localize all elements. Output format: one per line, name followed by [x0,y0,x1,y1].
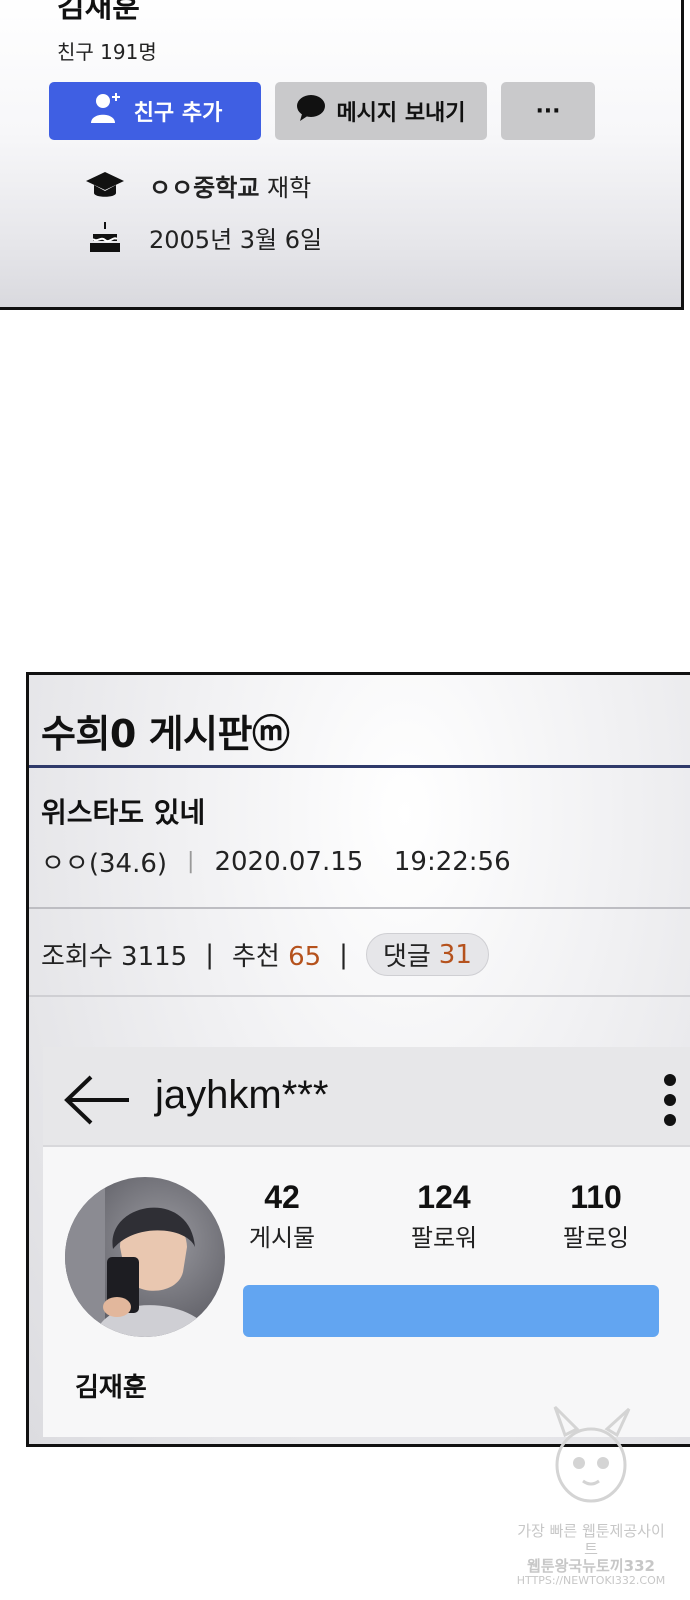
follow-button[interactable] [243,1285,659,1337]
ig-followers-count: 124 [417,1179,471,1215]
kebab-menu-icon[interactable] [663,1073,677,1127]
school-name: ㅇㅇ중학교 [149,174,260,202]
mascot-logo [553,1405,631,1503]
recommend-count: 추천 65 [231,942,322,972]
add-friend-button[interactable]: 친구 추가 [49,82,261,140]
back-arrow-icon[interactable] [63,1075,131,1125]
watermark-url: HTTPS://NEWTOKI332.COM [516,1574,666,1587]
ig-followers-stat[interactable]: 124 팔로워 [389,1179,499,1253]
ig-display-name: 김재훈 [75,1373,147,1403]
avatar[interactable] [65,1177,225,1337]
add-friend-label: 친구 추가 [133,101,223,126]
ig-header: jayhkm*** [43,1047,690,1147]
chat-bubble-icon [296,94,326,128]
ig-username: jayhkm*** [155,1073,329,1117]
meta-separator: | [187,849,195,874]
send-message-label: 메시지 보내기 [336,101,466,126]
birthday: 2005년 3월 6일 [149,226,323,254]
school-status: 재학 [267,174,312,202]
add-friend-icon [88,90,124,132]
send-message-button[interactable]: 메시지 보내기 [275,82,487,140]
post-date: 2020.07.15 [214,846,364,877]
profile-name: 김재훈 [57,0,140,25]
birthday-info: 2005년 3월 6일 [85,220,322,255]
friends-count: 친구 191명 [57,40,157,64]
ig-followers-label: 팔로워 [410,1224,478,1252]
stats-separator: | [205,939,214,970]
graduation-cap-icon [85,169,125,203]
view-count: 조회수 3115 [41,942,188,972]
watermark-tagline: 가장 빠른 웹툰제공사이트 [517,1522,665,1558]
board-post-card: 수희0 게시판ⓜ 위스타도 있네 ㅇㅇ(34.6) | 2020.07.15 1… [26,672,690,1447]
post-meta: ㅇㅇ(34.6) | 2020.07.15 19:22:56 [41,843,511,880]
post-author: ㅇㅇ(34.6) [41,849,168,879]
ig-posts-label: 게시물 [248,1224,316,1252]
ig-following-label: 팔로잉 [562,1224,630,1252]
post-title[interactable]: 위스타도 있네 [41,791,205,831]
divider [29,995,690,997]
cake-icon [85,221,125,255]
ig-posts-count: 42 [264,1179,300,1215]
board-title: 수희0 게시판ⓜ [41,712,290,756]
more-options-label: ··· [535,98,561,124]
ig-posts-stat[interactable]: 42 게시물 [227,1179,337,1253]
ig-following-stat[interactable]: 110 팔로잉 [541,1179,651,1253]
post-stats: 조회수 3115 | 추천 65 | 댓글 31 [41,933,489,976]
site-watermark: 가장 빠른 웹툰제공사이트 웹툰왕국뉴토끼332 HTTPS://NEWTOKI… [516,1405,666,1595]
stats-separator: | [339,939,348,970]
school-info: ㅇㅇ중학교 재학 [85,168,311,203]
ig-following-count: 110 [570,1179,622,1215]
post-time: 19:22:56 [393,846,511,877]
profile-card: 김재훈 친구 191명 친구 추가 메시지 보내기 ··· ㅇㅇ중학교 재학 2… [0,0,684,310]
watermark-title: 웹툰왕국뉴토끼332 [527,1556,655,1575]
comment-count-badge[interactable]: 댓글 31 [365,933,489,976]
title-divider [29,765,690,768]
divider [29,907,690,909]
instagram-profile-screenshot: jayhkm*** 42 게시물 124 팔로워 110 팔로잉 김재훈 [43,1047,690,1437]
more-options-button[interactable]: ··· [501,82,595,140]
